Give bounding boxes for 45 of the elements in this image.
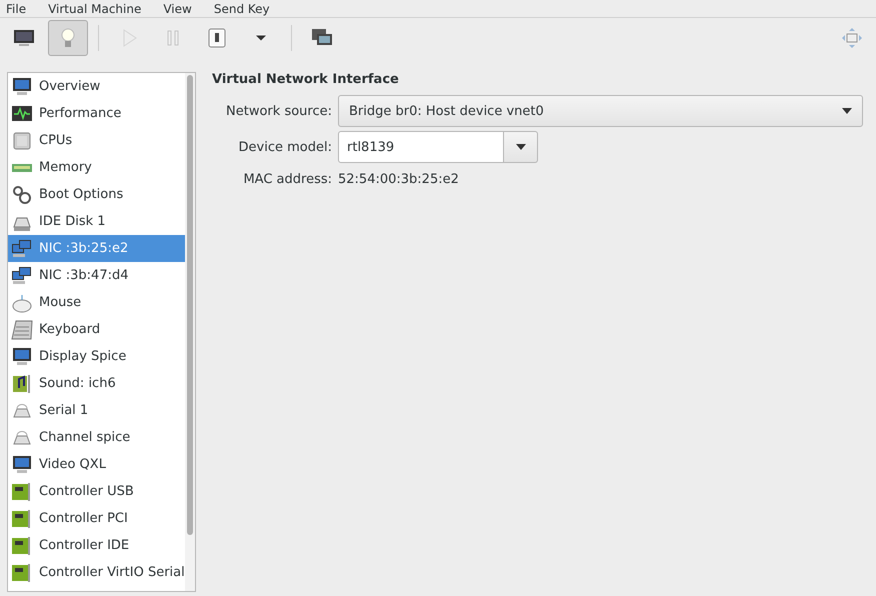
network-computers-icon <box>11 238 33 260</box>
sidebar-item[interactable]: Performance <box>8 100 185 127</box>
network-computers-icon <box>11 264 33 286</box>
sidebar-item[interactable]: CPUs <box>8 127 185 154</box>
field-label: Network source: <box>225 104 332 118</box>
sound-card-icon <box>11 372 33 394</box>
menu-item[interactable]: Virtual Machine <box>48 2 142 16</box>
expansion-card-icon <box>11 562 33 584</box>
dropdown-button[interactable] <box>504 131 538 163</box>
sidebar-item[interactable]: Video QXL <box>8 451 185 478</box>
sidebar-item[interactable]: IDE Disk 1 <box>8 208 185 235</box>
expansion-card-icon <box>11 480 33 502</box>
sidebar-item[interactable]: Mouse <box>8 289 185 316</box>
menu-item[interactable]: View <box>163 2 192 16</box>
sidebar-item[interactable]: Serial 1 <box>8 397 185 424</box>
sidebar-item[interactable]: Channel spice <box>8 424 185 451</box>
mac-address-value: 52:54:00:3b:25:e2 <box>338 170 460 188</box>
chip-icon <box>11 130 33 152</box>
section-title: Virtual Network Interface <box>212 72 400 87</box>
sidebar-item[interactable]: Display Spice <box>8 343 185 370</box>
device-model-field[interactable]: rtl8139 <box>338 131 504 163</box>
expansion-card-icon <box>11 534 33 556</box>
sidebar-item[interactable]: Controller IDE <box>8 532 185 559</box>
sidebar-item[interactable]: Controller VirtIO Serial <box>8 559 185 586</box>
expansion-card-icon <box>11 508 33 530</box>
scrollbar[interactable] <box>184 73 195 591</box>
field-label: Device model: <box>238 140 332 154</box>
monitor-icon <box>11 346 33 368</box>
sidebar-item[interactable]: Boot Options <box>8 181 185 208</box>
caret-icon <box>842 108 852 114</box>
monitor-icon <box>11 454 33 476</box>
sidebar-item[interactable]: Overview <box>8 73 185 100</box>
sidebar-item[interactable]: Controller USB <box>8 478 185 505</box>
sidebar-item[interactable]: Controller PCI <box>8 505 185 532</box>
menu-item[interactable]: File <box>6 2 26 16</box>
sidebar-item[interactable]: Keyboard <box>8 316 185 343</box>
sidebar-item[interactable]: NIC :3b:47:d4 <box>8 262 185 289</box>
monitor-icon <box>11 76 33 98</box>
window-arrows-icon <box>840 26 864 50</box>
field-label: MAC address: <box>242 172 332 186</box>
caret-icon <box>516 144 526 150</box>
sidebar-item[interactable]: Memory <box>8 154 185 181</box>
sidebar-item[interactable]: Sound: ich6 <box>8 370 185 397</box>
menu-item[interactable]: Send Key <box>214 2 270 16</box>
network-source-dropdown[interactable]: Bridge br0: Host device vnet0 <box>338 95 863 127</box>
